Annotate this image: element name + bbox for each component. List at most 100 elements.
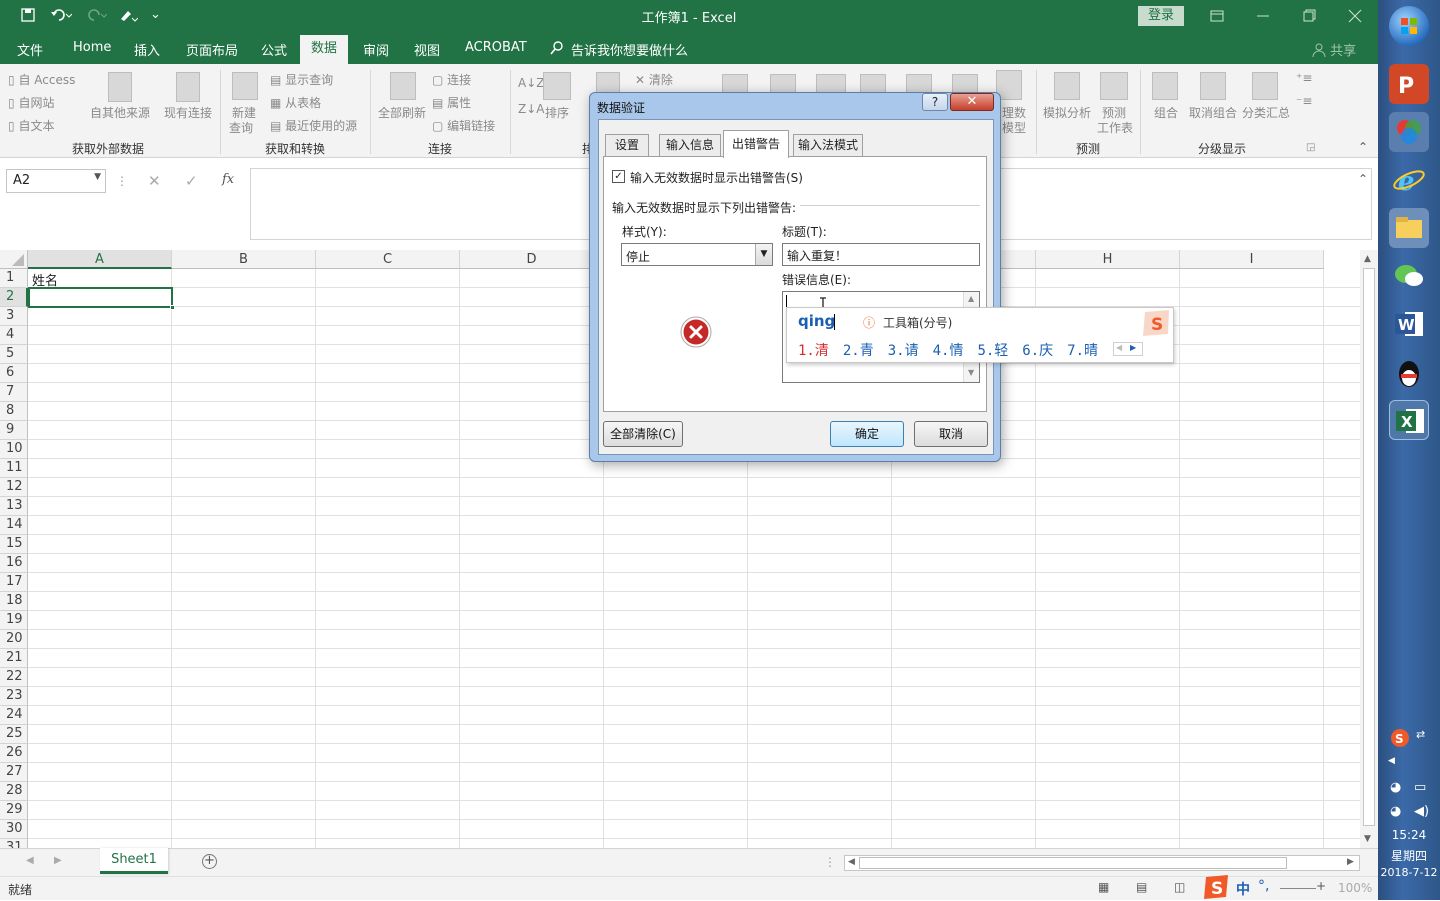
row-header-19[interactable]: 19 bbox=[0, 611, 28, 630]
outline-launcher-icon[interactable]: ◲ bbox=[1306, 142, 1315, 153]
clear-filter-button[interactable]: ✕ 清除 bbox=[635, 71, 673, 88]
new-query-button-line2[interactable]: 查询 bbox=[229, 119, 253, 136]
subtotal-button[interactable]: 分类汇总 bbox=[1242, 104, 1290, 121]
scroll-up-icon[interactable]: ▲ bbox=[1364, 254, 1371, 264]
insert-function-icon[interactable]: fx bbox=[222, 172, 234, 187]
row-header-29[interactable]: 29 bbox=[0, 801, 28, 820]
tab-data[interactable]: 数据 bbox=[300, 35, 348, 64]
share-button[interactable]: 共享 bbox=[1312, 40, 1356, 59]
network-icon[interactable]: ▭ bbox=[1414, 780, 1426, 795]
clock-date[interactable]: 2018-7-12 bbox=[1378, 866, 1440, 879]
clock-time[interactable]: 15:24 bbox=[1378, 828, 1440, 842]
cancel-button[interactable]: 取消 bbox=[914, 421, 988, 447]
row-header-30[interactable]: 30 bbox=[0, 820, 28, 839]
row-header-20[interactable]: 20 bbox=[0, 630, 28, 649]
row-header-6[interactable]: 6 bbox=[0, 364, 28, 383]
customize-qat-icon[interactable]: ⌄ bbox=[150, 7, 161, 22]
fill-handle[interactable] bbox=[170, 305, 175, 310]
login-button[interactable]: 登录 bbox=[1138, 6, 1184, 26]
page-break-view-icon[interactable]: ◫ bbox=[1174, 880, 1185, 894]
row-header-1[interactable]: 1 bbox=[0, 269, 28, 288]
prev-sheet-icon[interactable]: ◀ bbox=[26, 855, 34, 866]
confirm-entry-icon[interactable]: ✓ bbox=[185, 172, 198, 190]
ime-candidate-3[interactable]: 3.请 bbox=[888, 343, 919, 359]
qq-taskbar-icon[interactable] bbox=[1389, 352, 1429, 392]
edit-links-button[interactable]: ▢ 编辑链接 bbox=[432, 117, 495, 134]
normal-view-icon[interactable]: ▦ bbox=[1098, 880, 1109, 894]
dialog-tab-input-message[interactable]: 输入信息 bbox=[659, 134, 721, 157]
add-sheet-icon[interactable]: + bbox=[202, 854, 217, 869]
scroll-left-icon[interactable]: ◀ bbox=[848, 857, 855, 867]
undo-icon[interactable] bbox=[50, 7, 72, 23]
from-table-button[interactable]: ▦ 从表格 bbox=[270, 94, 321, 111]
file-explorer-taskbar-icon[interactable] bbox=[1389, 208, 1429, 248]
message-scroll-down-icon[interactable]: ▼ bbox=[968, 368, 974, 377]
dialog-close-button[interactable]: ✕ bbox=[950, 93, 994, 111]
next-sheet-icon[interactable]: ▶ bbox=[54, 855, 62, 866]
tell-me-search-icon[interactable] bbox=[549, 40, 565, 56]
row-header-5[interactable]: 5 bbox=[0, 345, 28, 364]
ime-candidate-1[interactable]: 1.清 bbox=[798, 343, 829, 359]
ime-candidate-5[interactable]: 5.轻 bbox=[977, 343, 1008, 359]
row-header-17[interactable]: 17 bbox=[0, 573, 28, 592]
row-header-22[interactable]: 22 bbox=[0, 668, 28, 687]
column-header-h[interactable]: H bbox=[1036, 250, 1180, 269]
dialog-tab-settings[interactable]: 设置 bbox=[605, 134, 649, 157]
row-header-16[interactable]: 16 bbox=[0, 554, 28, 573]
active-cell-A2[interactable] bbox=[28, 287, 173, 308]
volume-icon[interactable]: ◀) bbox=[1414, 804, 1429, 819]
sheet-tab-sheet1[interactable]: Sheet1 bbox=[100, 848, 168, 874]
what-if-analysis-button[interactable]: 模拟分析 bbox=[1043, 104, 1091, 121]
connections-button[interactable]: ▢ 连接 bbox=[432, 71, 471, 88]
row-header-23[interactable]: 23 bbox=[0, 687, 28, 706]
row-header-3[interactable]: 3 bbox=[0, 307, 28, 326]
clear-all-button[interactable]: 全部清除(C) bbox=[603, 421, 683, 447]
ime-next-page-icon[interactable]: ▶ bbox=[1130, 343, 1136, 352]
column-header-d[interactable]: D bbox=[460, 250, 604, 269]
tab-home[interactable]: Home bbox=[73, 40, 111, 55]
tab-formulas[interactable]: 公式 bbox=[261, 40, 287, 59]
ime-toolbox-icon[interactable]: ⓘ bbox=[863, 314, 875, 331]
tab-insert[interactable]: 插入 bbox=[134, 40, 160, 59]
ime-toolbox-hint[interactable]: 工具箱(分号) bbox=[883, 314, 952, 331]
sort-button[interactable]: 排序 bbox=[545, 104, 569, 121]
row-header-14[interactable]: 14 bbox=[0, 516, 28, 535]
name-box[interactable]: A2 ▼ bbox=[6, 169, 106, 193]
excel-taskbar-icon[interactable]: X bbox=[1389, 400, 1429, 440]
show-detail-icon[interactable]: ⁺≡ bbox=[1296, 71, 1312, 85]
refresh-all-button[interactable]: 全部刷新 bbox=[378, 104, 426, 121]
row-header-21[interactable]: 21 bbox=[0, 649, 28, 668]
row-header-26[interactable]: 26 bbox=[0, 744, 28, 763]
save-icon[interactable] bbox=[20, 7, 36, 23]
from-other-sources-button[interactable]: 自其他来源 bbox=[90, 104, 150, 121]
zoom-in-icon[interactable]: + bbox=[1316, 879, 1326, 893]
name-box-dropdown-icon[interactable]: ▼ bbox=[94, 172, 101, 182]
from-text-button[interactable]: ▯ 自文本 bbox=[8, 117, 54, 134]
tab-acrobat[interactable]: ACROBAT bbox=[465, 40, 527, 55]
tab-review[interactable]: 审阅 bbox=[363, 40, 389, 59]
recent-sources-button[interactable]: ▤ 最近使用的源 bbox=[270, 117, 357, 134]
dialog-tab-error-alert[interactable]: 出错警告 bbox=[723, 130, 789, 158]
ime-chinese-mode[interactable]: 中 bbox=[1236, 879, 1250, 899]
group-button[interactable]: 组合 bbox=[1154, 104, 1178, 121]
ok-button[interactable]: 确定 bbox=[830, 421, 904, 447]
sort-ascending-icon[interactable]: A↓Z bbox=[518, 76, 544, 90]
start-button[interactable] bbox=[1389, 6, 1429, 46]
collapse-ribbon-icon[interactable]: ⌃ bbox=[1358, 140, 1368, 154]
row-header-4[interactable]: 4 bbox=[0, 326, 28, 345]
row-header-10[interactable]: 10 bbox=[0, 440, 28, 459]
sogou-tray-icon[interactable]: S bbox=[1390, 728, 1410, 748]
row-header-11[interactable]: 11 bbox=[0, 459, 28, 478]
zoom-slider[interactable] bbox=[1280, 888, 1316, 889]
tab-view[interactable]: 视图 bbox=[414, 40, 440, 59]
show-hidden-icons-icon[interactable]: ◀ bbox=[1388, 756, 1395, 766]
tab-page-layout[interactable]: 页面布局 bbox=[186, 40, 238, 59]
close-window-icon[interactable] bbox=[1340, 6, 1370, 26]
existing-connections-button[interactable]: 现有连接 bbox=[164, 104, 212, 121]
row-header-15[interactable]: 15 bbox=[0, 535, 28, 554]
format-painter-icon[interactable] bbox=[118, 7, 138, 23]
ribbon-display-icon[interactable] bbox=[1202, 6, 1232, 26]
vertical-scrollbar[interactable]: ▲ ▼ bbox=[1360, 250, 1378, 848]
tell-me-box[interactable]: 告诉我你想要做什么 bbox=[571, 40, 688, 59]
properties-button[interactable]: ▤ 属性 bbox=[432, 94, 471, 111]
